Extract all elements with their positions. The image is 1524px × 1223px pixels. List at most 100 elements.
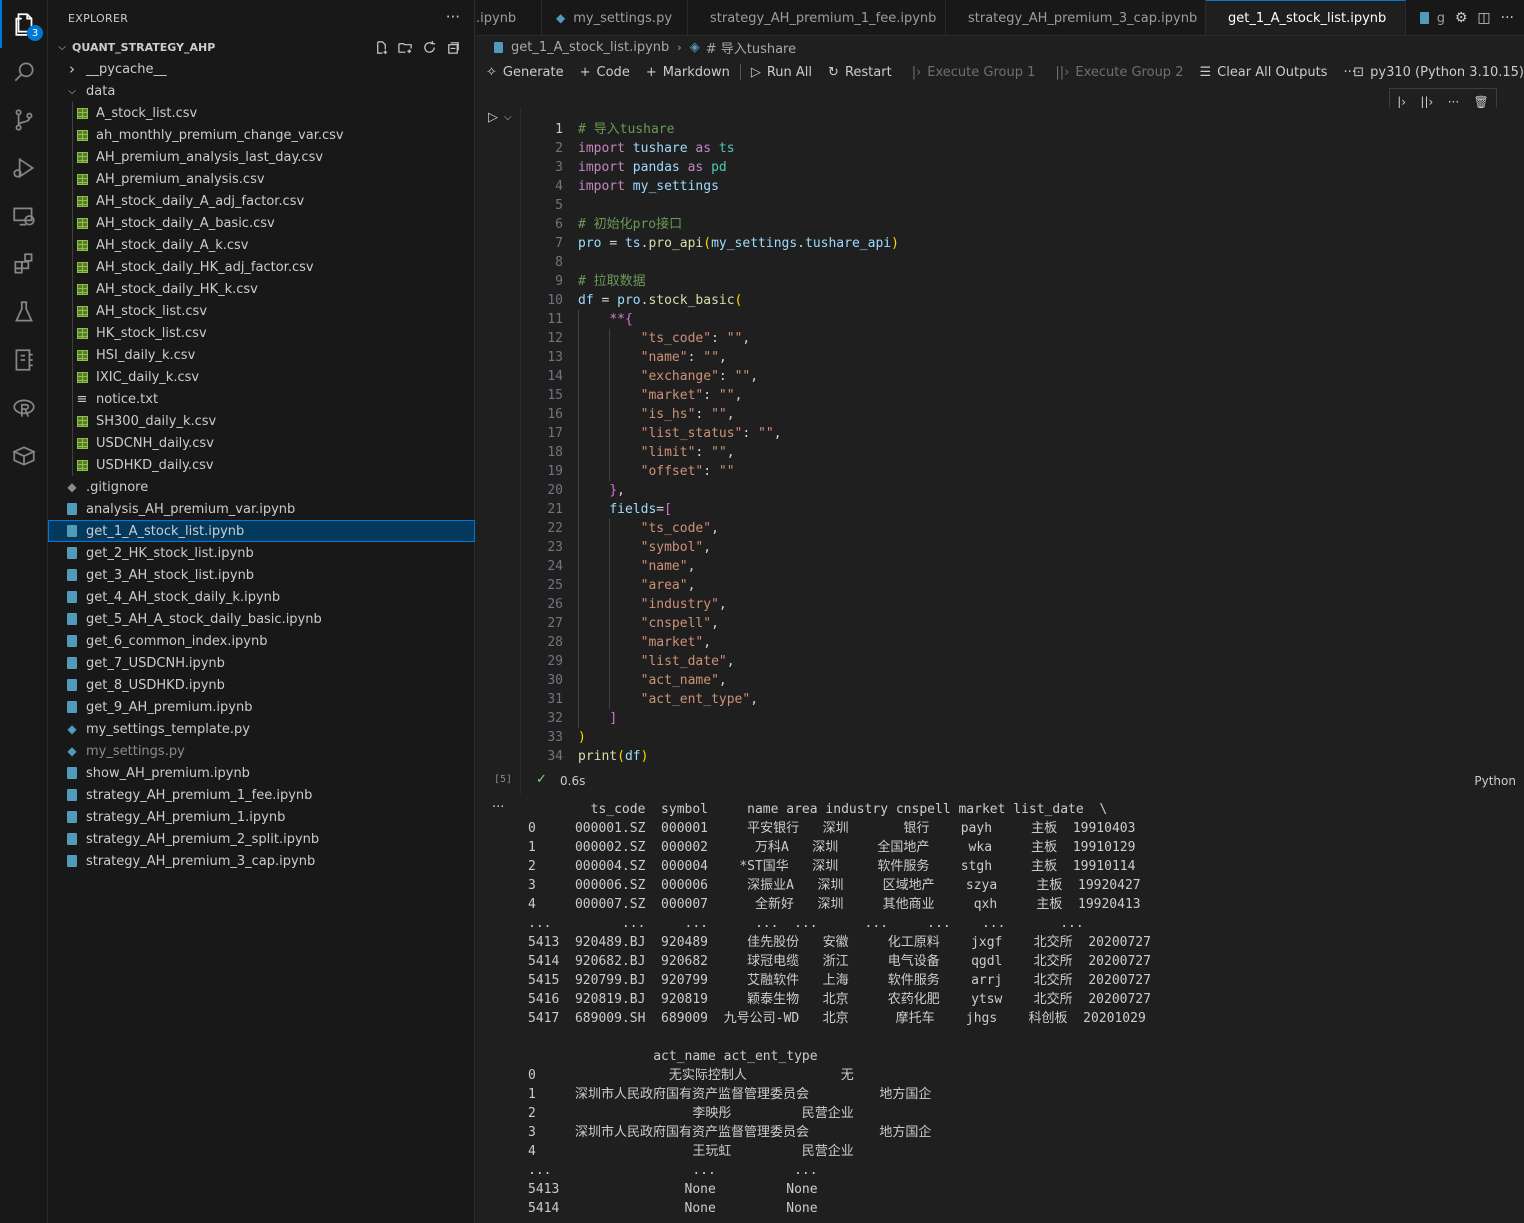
code-line[interactable]: 17 "list_status": "", <box>521 424 1524 443</box>
tree-item[interactable]: AH_stock_daily_HK_adj_factor.csv <box>48 256 475 278</box>
code-line[interactable]: 31 "act_ent_type", <box>521 690 1524 709</box>
code-line[interactable]: 26 "industry", <box>521 595 1524 614</box>
tree-item[interactable]: AH_premium_analysis_last_day.csv <box>48 146 475 168</box>
code-line[interactable]: 29 "list_date", <box>521 652 1524 671</box>
explorer-more-icon[interactable]: ··· <box>446 8 460 26</box>
tree-item[interactable]: AH_premium_analysis.csv <box>48 168 475 190</box>
refresh-icon[interactable] <box>421 39 437 55</box>
extensions-icon[interactable] <box>0 240 48 288</box>
editor-tab[interactable]: strategy_AH_premium_1_fee.ipynb <box>688 0 946 35</box>
tree-item[interactable]: HK_stock_list.csv <box>48 322 475 344</box>
tree-item[interactable]: strategy_AH_premium_3_cap.ipynb <box>48 850 475 872</box>
code-line[interactable]: 11 **{ <box>521 310 1524 329</box>
r-language-icon[interactable] <box>0 384 48 432</box>
code-line[interactable]: 23 "symbol", <box>521 538 1524 557</box>
tree-item[interactable]: get_5_AH_A_stock_daily_basic.ipynb <box>48 608 475 630</box>
tree-item[interactable]: strategy_AH_premium_1_fee.ipynb <box>48 784 475 806</box>
execute-group-2-button[interactable]: ||› Execute Group 2 <box>1055 65 1183 80</box>
tree-item[interactable]: USDCNH_daily.csv <box>48 432 475 454</box>
editor-tab[interactable]: strategy_AH_premium_3_cap.ipynb <box>946 0 1206 35</box>
tree-item[interactable]: ◆ my_settings.py <box>48 740 475 762</box>
tree-item[interactable]: IXIC_daily_k.csv <box>48 366 475 388</box>
code-editor[interactable]: 1 # 导入tushare 2 import tushare as ts 3 import… <box>521 120 1524 766</box>
code-line[interactable]: 12 "ts_code": "", <box>521 329 1524 348</box>
kernel-picker[interactable]: ⊡ py310 (Python 3.10.15) <box>1353 58 1524 86</box>
tree-item[interactable]: get_3_AH_stock_list.ipynb <box>48 564 475 586</box>
tree-item[interactable]: get_2_HK_stock_list.ipynb <box>48 542 475 564</box>
tree-item[interactable]: get_6_common_index.ipynb <box>48 630 475 652</box>
workspace-folder[interactable]: ⌵ QUANT_STRATEGY_AHP <box>48 36 475 58</box>
breadcrumb-file[interactable]: get_1_A_stock_list.ipynb <box>511 40 669 55</box>
tree-item[interactable]: AH_stock_daily_A_basic.csv <box>48 212 475 234</box>
code-line[interactable]: 14 "exchange": "", <box>521 367 1524 386</box>
tree-item[interactable]: AH_stock_list.csv <box>48 300 475 322</box>
split-editor-icon[interactable]: ◫ <box>1477 10 1490 26</box>
code-line[interactable]: 18 "limit": "", <box>521 443 1524 462</box>
new-file-icon[interactable] <box>373 39 389 55</box>
tree-item[interactable]: ◆ my_settings_template.py <box>48 718 475 740</box>
code-line[interactable]: 16 "is_hs": "", <box>521 405 1524 424</box>
add-markdown-button[interactable]: + Markdown <box>646 65 730 80</box>
code-line[interactable]: 5 <box>521 196 1524 215</box>
generate-button[interactable]: ✧ Generate <box>486 65 564 80</box>
tree-item[interactable]: get_7_USDCNH.ipynb <box>48 652 475 674</box>
code-line[interactable]: 28 "market", <box>521 633 1524 652</box>
output-actions-icon[interactable]: ··· <box>492 800 504 815</box>
tree-item[interactable]: strategy_AH_premium_2_split.ipynb <box>48 828 475 850</box>
tree-item[interactable]: AH_stock_daily_A_adj_factor.csv <box>48 190 475 212</box>
collapse-all-icon[interactable] <box>445 39 461 55</box>
tree-item[interactable]: ah_monthly_premium_change_var.csv <box>48 124 475 146</box>
tree-item[interactable]: › __pycache__ <box>48 58 475 80</box>
execute-below-icon[interactable]: ||› <box>1420 95 1433 109</box>
code-line[interactable]: 32 ] <box>521 709 1524 728</box>
code-line[interactable]: 25 "area", <box>521 576 1524 595</box>
code-line[interactable]: 21 fields=[ <box>521 500 1524 519</box>
code-line[interactable]: 6 # 初始化pro接口 <box>521 215 1524 234</box>
delete-cell-icon[interactable]: 🗑 <box>1474 95 1489 109</box>
tree-item[interactable]: analysis_AH_premium_var.ipynb <box>48 498 475 520</box>
tree-item[interactable]: ≡ notice.txt <box>48 388 475 410</box>
settings-gear-icon[interactable]: ⚙ <box>1455 10 1468 26</box>
code-line[interactable]: 34 print(df) <box>521 747 1524 766</box>
run-cell-button[interactable]: ▷ ⌵ <box>488 110 512 125</box>
testing-icon[interactable] <box>0 288 48 336</box>
code-line[interactable]: 20 }, <box>521 481 1524 500</box>
tree-item[interactable]: USDHKD_daily.csv <box>48 454 475 476</box>
execute-above-icon[interactable]: |› <box>1397 95 1406 109</box>
tree-item[interactable]: strategy_AH_premium_1.ipynb <box>48 806 475 828</box>
tree-item[interactable]: show_AH_premium.ipynb <box>48 762 475 784</box>
run-all-button[interactable]: ▷ Run All <box>751 65 812 80</box>
tree-item[interactable]: ◆ .gitignore <box>48 476 475 498</box>
tree-item[interactable]: get_9_AH_premium.ipynb <box>48 696 475 718</box>
package-icon[interactable] <box>0 432 48 480</box>
tree-item[interactable]: get_8_USDHKD.ipynb <box>48 674 475 696</box>
code-line[interactable]: 9 # 拉取数据 <box>521 272 1524 291</box>
restart-button[interactable]: ↻ Restart <box>828 65 892 80</box>
code-cell[interactable]: 1 # 导入tushare 2 import tushare as ts 3 import… <box>520 108 1524 794</box>
editor-tab[interactable]: ◆ my_settings.py <box>542 0 688 35</box>
code-line[interactable]: 33) <box>521 728 1524 747</box>
cell-more-icon[interactable]: ··· <box>1448 95 1459 109</box>
more-actions-icon[interactable]: ··· <box>1501 10 1514 26</box>
code-line[interactable]: 30 "act_name", <box>521 671 1524 690</box>
tree-item[interactable]: A_stock_list.csv <box>48 102 475 124</box>
cell-language[interactable]: Python <box>1474 774 1516 788</box>
clear-outputs-button[interactable]: ☰ Clear All Outputs <box>1199 65 1327 80</box>
tree-item[interactable]: ⌵ data <box>48 80 475 102</box>
code-line[interactable]: 10 df = pro.stock_basic( <box>521 291 1524 310</box>
code-line[interactable]: 7 pro = ts.pro_api(my_settings.tushare_ap… <box>521 234 1524 253</box>
code-line[interactable]: 3 import pandas as pd <box>521 158 1524 177</box>
notebook-icon[interactable] <box>0 336 48 384</box>
source-control-icon[interactable] <box>0 96 48 144</box>
code-line[interactable]: 4 import my_settings <box>521 177 1524 196</box>
tree-item[interactable]: HSI_daily_k.csv <box>48 344 475 366</box>
tree-item[interactable]: SH300_daily_k.csv <box>48 410 475 432</box>
code-line[interactable]: 27 "cnspell", <box>521 614 1524 633</box>
search-icon[interactable] <box>0 48 48 96</box>
editor-tab[interactable]: get_1_A_stock_list.ipynb <box>1206 0 1406 35</box>
run-debug-icon[interactable] <box>0 144 48 192</box>
tree-item[interactable]: AH_stock_daily_A_k.csv <box>48 234 475 256</box>
add-code-button[interactable]: + Code <box>580 65 630 80</box>
remote-explorer-icon[interactable] <box>0 192 48 240</box>
code-line[interactable]: 19 "offset": "" <box>521 462 1524 481</box>
